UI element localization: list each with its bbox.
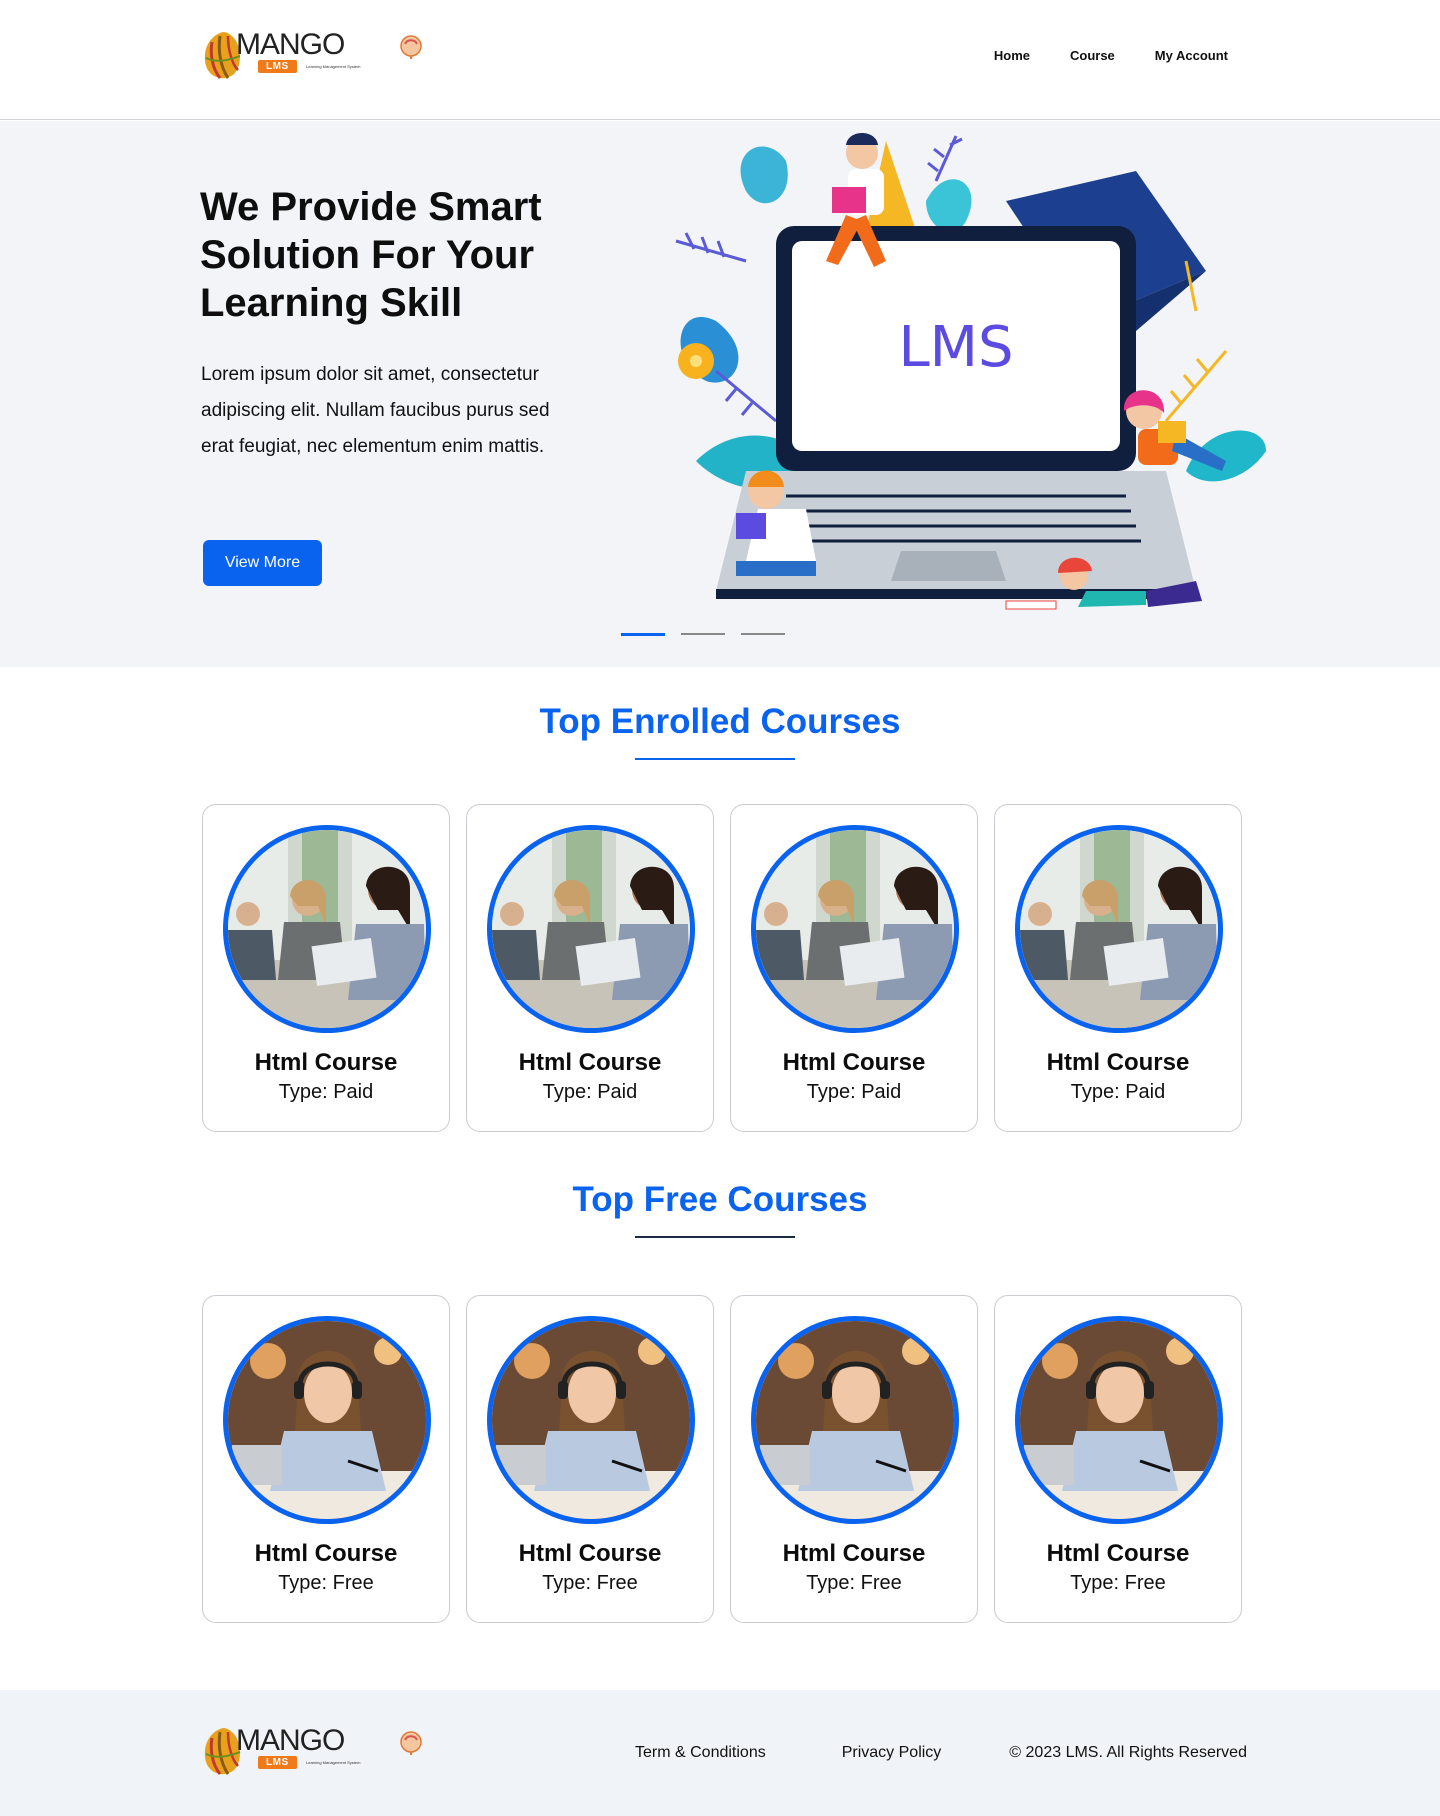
course-type: Type: Paid [278, 1081, 374, 1103]
course-card[interactable]: Html Course Type: Free [202, 1295, 450, 1623]
free-section-title: Top Free Courses [572, 1180, 868, 1219]
students-photo-icon [756, 830, 954, 1028]
brain-head-icon [400, 1731, 422, 1755]
course-name: Html Course [518, 1049, 662, 1076]
course-thumbnail [751, 1316, 959, 1524]
course-card[interactable]: Html Course Type: Paid [466, 804, 714, 1132]
course-card[interactable]: Html Course Type: Free [466, 1295, 714, 1623]
brain-head-icon [400, 35, 422, 59]
slide-dot-3[interactable] [741, 633, 785, 635]
course-name: Html Course [782, 1540, 926, 1567]
copyright-text: © 2023 LMS. All Rights Reserved [1009, 1744, 1247, 1761]
course-type: Type: Free [1070, 1572, 1166, 1594]
logo-tagline: Learning Management System [306, 1760, 361, 1765]
logo-badge: LMS [258, 60, 297, 73]
enrolled-title-underline [635, 758, 795, 760]
lms-laptop-illustration: LMS [675, 133, 1266, 610]
course-name: Html Course [518, 1540, 662, 1567]
students-photo-icon [1020, 830, 1218, 1028]
student-headphones-photo-icon [492, 1321, 690, 1519]
logo-word: MANGO [236, 1724, 345, 1757]
course-type: Type: Free [542, 1572, 638, 1594]
course-thumbnail [1015, 825, 1223, 1033]
hero-banner: We Provide Smart Solution For Your Learn… [0, 121, 1440, 667]
course-thumbnail [1015, 1316, 1223, 1524]
course-card[interactable]: Html Course Type: Paid [994, 804, 1242, 1132]
hero-description: Lorem ipsum dolor sit amet, consectetur … [201, 364, 550, 457]
reading-girl-right [1123, 390, 1226, 471]
nav-my-account[interactable]: My Account [1155, 48, 1228, 63]
logo-badge: LMS [258, 1756, 297, 1769]
students-photo-icon [492, 830, 690, 1028]
logo-word: MANGO [236, 28, 345, 61]
hero-title: We Provide Smart Solution For Your Learn… [200, 185, 542, 325]
logo-wordmark: MANGO LMS Learning Management System [236, 1724, 422, 1778]
student-headphones-photo-icon [1020, 1321, 1218, 1519]
course-thumbnail [223, 1316, 431, 1524]
nav-home[interactable]: Home [994, 48, 1030, 63]
course-thumbnail [487, 825, 695, 1033]
logo-tagline: Learning Management System [306, 64, 361, 69]
site-header: MANGO LMS Learning Management System Hom… [0, 0, 1440, 120]
footer-logo[interactable]: MANGO LMS Learning Management System [200, 1724, 422, 1778]
leaf-icon [740, 146, 788, 204]
course-card[interactable]: Html Course Type: Paid [730, 804, 978, 1132]
lms-screen-text: LMS [898, 315, 1013, 380]
course-type: Type: Paid [542, 1081, 638, 1103]
free-title-underline [635, 1236, 795, 1238]
course-card[interactable]: Html Course Type: Free [730, 1295, 978, 1623]
free-courses-grid: Html Course Type: Free Html Course Type:… [202, 1295, 1242, 1623]
main-nav: Home Course My Account [994, 48, 1228, 63]
course-type: Type: Free [278, 1572, 374, 1594]
logo-wordmark: MANGO LMS Learning Management System [236, 28, 422, 82]
footer-links: Term & Conditions Privacy Policy © 2023 … [635, 1744, 1247, 1762]
course-card[interactable]: Html Course Type: Free [994, 1295, 1242, 1623]
enrolled-courses-grid: Html Course Type: Paid Html Course Type:… [202, 804, 1242, 1132]
course-type: Type: Paid [1070, 1081, 1166, 1103]
student-headphones-photo-icon [228, 1321, 426, 1519]
course-thumbnail [223, 825, 431, 1033]
slider-indicators [621, 633, 785, 636]
course-thumbnail [487, 1316, 695, 1524]
course-name: Html Course [1046, 1540, 1190, 1567]
nav-course[interactable]: Course [1070, 48, 1115, 63]
course-name: Html Course [782, 1049, 926, 1076]
course-name: Html Course [254, 1049, 398, 1076]
course-name: Html Course [1046, 1049, 1190, 1076]
course-name: Html Course [254, 1540, 398, 1567]
slide-dot-1[interactable] [621, 633, 665, 636]
course-card[interactable]: Html Course Type: Paid [202, 804, 450, 1132]
site-footer: MANGO LMS Learning Management System Ter… [0, 1690, 1440, 1816]
course-type: Type: Free [806, 1572, 902, 1594]
students-photo-icon [228, 830, 426, 1028]
footer-link-privacy[interactable]: Privacy Policy [842, 1744, 942, 1762]
header-logo[interactable]: MANGO LMS Learning Management System [200, 28, 422, 82]
enrolled-section-title: Top Enrolled Courses [539, 702, 901, 741]
student-headphones-photo-icon [756, 1321, 954, 1519]
course-thumbnail [751, 825, 959, 1033]
footer-link-terms[interactable]: Term & Conditions [635, 1744, 766, 1762]
view-more-button[interactable]: View More [203, 540, 322, 586]
course-type: Type: Paid [806, 1081, 902, 1103]
slide-dot-2[interactable] [681, 633, 725, 635]
